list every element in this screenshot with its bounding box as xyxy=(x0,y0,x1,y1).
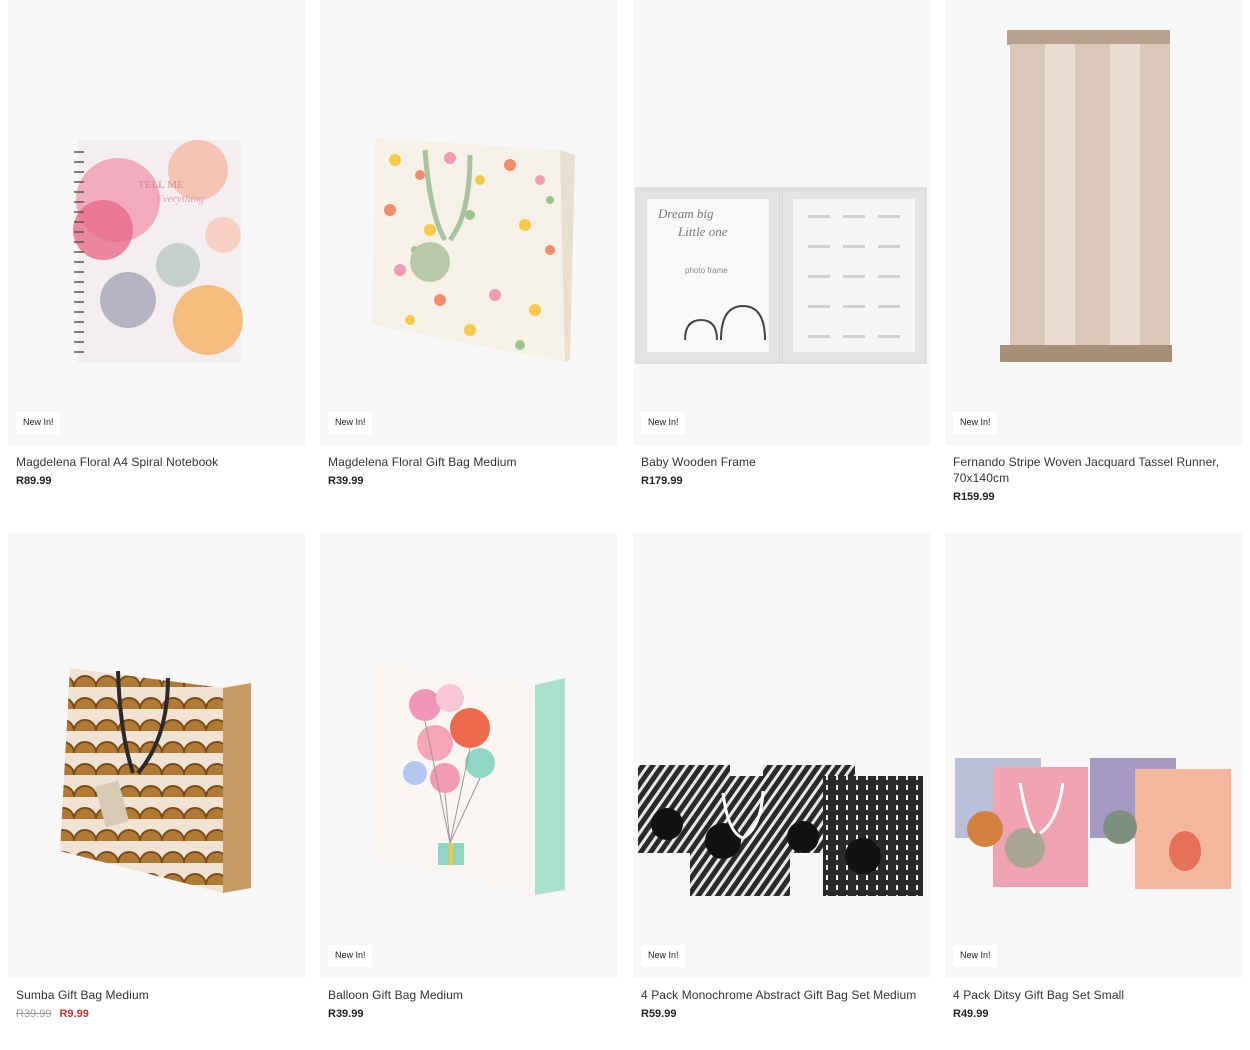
product-name[interactable]: Magdelena Floral Gift Bag Medium xyxy=(328,454,609,470)
product-card[interactable]: New In! Balloon Gift Bag Medium R39.99 xyxy=(320,533,617,1021)
product-image-sumba-bag[interactable] xyxy=(8,533,305,978)
new-in-badge: New In! xyxy=(953,945,997,967)
product-name[interactable]: Sumba Gift Bag Medium xyxy=(16,987,297,1003)
product-card[interactable]: TELL ME Everything New In! Magdelena Flo… xyxy=(8,0,305,488)
new-in-badge: New In! xyxy=(328,945,372,967)
product-image-runner[interactable]: New In! xyxy=(945,0,1242,445)
new-in-badge: New In! xyxy=(953,412,997,434)
new-in-badge: New In! xyxy=(641,945,685,967)
product-price: R159.99 xyxy=(953,491,995,503)
product-card[interactable]: New In! Fernando Stripe Woven Jacquard T… xyxy=(945,0,1242,504)
product-image-balloon-bag[interactable]: New In! xyxy=(320,533,617,978)
svg-text:Everything: Everything xyxy=(155,193,205,205)
product-name[interactable]: 4 Pack Monochrome Abstract Gift Bag Set … xyxy=(641,987,922,1003)
product-name[interactable]: Baby Wooden Frame xyxy=(641,454,922,470)
product-card[interactable]: New In! Magdelena Floral Gift Bag Medium… xyxy=(320,0,617,488)
product-image-baby-frame[interactable]: Dream big Little one photo frame New In! xyxy=(633,0,930,445)
product-price: R39.99 xyxy=(328,1008,364,1020)
svg-text:Little one: Little one xyxy=(677,224,728,239)
product-price: R49.99 xyxy=(953,1008,989,1020)
new-in-badge: New In! xyxy=(328,412,372,434)
product-image-floral-bag[interactable]: New In! xyxy=(320,0,617,445)
product-price: R39.99 R9.99 xyxy=(16,1007,297,1021)
svg-text:photo frame: photo frame xyxy=(685,266,728,275)
product-image-ditsy-bags[interactable]: New In! xyxy=(945,533,1242,978)
product-price: R59.99 xyxy=(641,1008,677,1020)
product-price: R39.99 xyxy=(328,475,364,487)
product-card[interactable]: Dream big Little one photo frame New In!… xyxy=(633,0,930,488)
new-in-badge: New In! xyxy=(16,412,60,434)
frame-text: Dream big xyxy=(657,206,714,221)
product-name[interactable]: Fernando Stripe Woven Jacquard Tassel Ru… xyxy=(953,454,1234,486)
product-price: R179.99 xyxy=(641,475,683,487)
product-image-notebook[interactable]: TELL ME Everything New In! xyxy=(8,0,305,445)
product-price: R89.99 xyxy=(16,475,52,487)
product-name[interactable]: Balloon Gift Bag Medium xyxy=(328,987,609,1003)
product-image-monochrome-bags[interactable]: New In! xyxy=(633,533,930,978)
new-in-badge: New In! xyxy=(641,412,685,434)
product-card[interactable]: New In! 4 Pack Ditsy Gift Bag Set Small … xyxy=(945,533,1242,1021)
sale-price: R9.99 xyxy=(59,1008,89,1020)
product-card[interactable]: New In! 4 Pack Monochrome Abstract Gift … xyxy=(633,533,930,1021)
product-name[interactable]: 4 Pack Ditsy Gift Bag Set Small xyxy=(953,987,1234,1003)
old-price: R39.99 xyxy=(16,1008,52,1020)
product-card[interactable]: Sumba Gift Bag Medium R39.99 R9.99 xyxy=(8,533,305,1021)
notebook-cover-text: TELL ME xyxy=(138,179,184,191)
product-name[interactable]: Magdelena Floral A4 Spiral Notebook xyxy=(16,454,297,470)
